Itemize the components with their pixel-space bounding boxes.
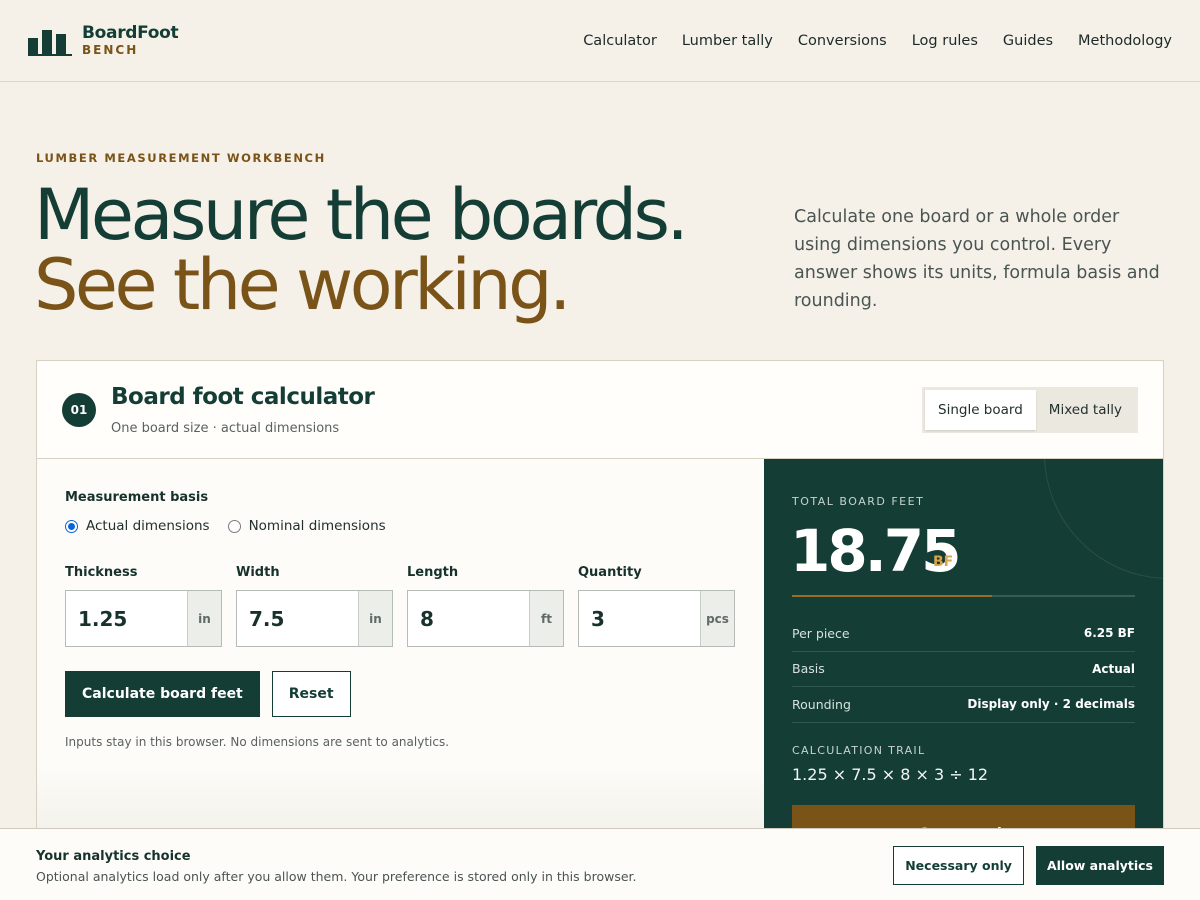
hero-eyebrow: LUMBER MEASUREMENT WORKBENCH [36, 151, 326, 165]
nav-methodology[interactable]: Methodology [1078, 33, 1172, 49]
stat-row: Rounding Display only · 2 decimals [792, 687, 1135, 723]
radio-unchecked-icon[interactable] [227, 519, 241, 533]
result-divider [792, 595, 1135, 597]
stat-value: Display only · 2 decimals [967, 697, 1135, 712]
hero-description: Calculate one board or a whole order usi… [794, 207, 1160, 311]
allow-analytics-button[interactable]: Allow analytics [1035, 846, 1164, 885]
site-header: BoardFoot BENCH Calculator Lumber tally … [0, 0, 1200, 82]
width-input[interactable] [237, 591, 358, 646]
hero-title-line1: Measure the boards. [34, 174, 689, 256]
mode-toggle: Single board Mixed tally [922, 387, 1138, 433]
calculator-form: Measurement basis Actual dimensions Nomi… [37, 459, 764, 839]
calculator-body: Measurement basis Actual dimensions Nomi… [37, 459, 1163, 839]
stat-key: Rounding [792, 696, 851, 712]
calculator-card: 01 Board foot calculator One board size … [36, 360, 1164, 840]
mode-mixed-tally[interactable]: Mixed tally [1036, 390, 1135, 430]
length-input[interactable] [408, 591, 529, 646]
trail-label: CALCULATION TRAIL [792, 744, 926, 757]
calculator-header: 01 Board foot calculator One board size … [37, 361, 1163, 459]
radio-actual-label: Actual dimensions [86, 518, 210, 534]
field-quantity: Quantity pcs [578, 565, 735, 647]
brand-logo[interactable]: BoardFoot BENCH [28, 23, 179, 57]
field-thickness: Thickness in [65, 565, 222, 647]
nav-guides[interactable]: Guides [1003, 33, 1053, 49]
result-label: TOTAL BOARD FEET [792, 495, 925, 508]
length-label: Length [407, 565, 459, 580]
calculate-button[interactable]: Calculate board feet [65, 671, 260, 717]
thickness-unit: in [187, 591, 221, 646]
stat-value: Actual [1092, 661, 1135, 676]
quantity-input[interactable] [579, 591, 700, 646]
analytics-consent-bar: Your analytics choice Optional analytics… [0, 828, 1200, 900]
dimension-fields: Thickness in Width in Length [65, 565, 735, 647]
mode-single-board[interactable]: Single board [925, 390, 1036, 430]
calculation-trail: 1.25 × 7.5 × 8 × 3 ÷ 12 [792, 765, 989, 784]
reset-button[interactable]: Reset [271, 671, 351, 717]
decorative-ring [1044, 459, 1163, 579]
radio-checked-icon[interactable] [65, 519, 78, 533]
thickness-input[interactable] [66, 591, 187, 646]
result-panel: TOTAL BOARD FEET 18.75 BF Per piece 6.25… [764, 459, 1163, 839]
stat-key: Per piece [792, 625, 850, 641]
consent-text: Optional analytics load only after you a… [36, 869, 637, 884]
radio-nominal[interactable]: Nominal dimensions [227, 518, 386, 534]
bar-chart-logo-icon [28, 26, 72, 56]
privacy-note: Inputs stay in this browser. No dimensio… [65, 735, 450, 749]
consent-title: Your analytics choice [36, 849, 191, 864]
radio-actual[interactable]: Actual dimensions [65, 518, 210, 534]
radio-nominal-label: Nominal dimensions [248, 518, 386, 534]
field-width: Width in [236, 565, 393, 647]
result-unit: BF [933, 554, 954, 570]
brand-sub: BENCH [82, 43, 139, 57]
stat-row: Per piece 6.25 BF [792, 616, 1135, 652]
necessary-only-button[interactable]: Necessary only [893, 846, 1024, 885]
form-actions: Calculate board feet Reset [65, 671, 351, 717]
calculator-title: Board foot calculator [111, 384, 375, 410]
hero-title: Measure the boards. See the working. [34, 174, 689, 326]
quantity-unit: pcs [700, 591, 734, 646]
stat-key: Basis [792, 661, 825, 677]
stat-value: 6.25 BF [1083, 626, 1135, 641]
result-value: 18.75 [790, 517, 961, 585]
thickness-label: Thickness [65, 565, 138, 580]
stat-row: Basis Actual [792, 652, 1135, 687]
main-nav: Calculator Lumber tally Conversions Log … [583, 33, 1172, 49]
quantity-label: Quantity [578, 565, 642, 580]
field-length: Length ft [407, 565, 564, 647]
nav-conversions[interactable]: Conversions [798, 33, 887, 49]
nav-lumber-tally[interactable]: Lumber tally [682, 33, 773, 49]
width-unit: in [358, 591, 392, 646]
basis-radio-group: Actual dimensions Nominal dimensions [65, 518, 386, 534]
consent-actions: Necessary only Allow analytics [893, 846, 1164, 885]
brand-name: BoardFoot [82, 23, 179, 43]
hero-title-line2: See the working. [34, 244, 571, 326]
width-label: Width [236, 565, 280, 580]
basis-label: Measurement basis [65, 490, 209, 505]
length-unit: ft [529, 591, 563, 646]
step-badge: 01 [62, 393, 96, 427]
nav-log-rules[interactable]: Log rules [912, 33, 978, 49]
nav-calculator[interactable]: Calculator [583, 33, 657, 49]
calculator-subtitle: One board size · actual dimensions [111, 421, 340, 436]
result-stats: Per piece 6.25 BF Basis Actual Rounding … [792, 616, 1135, 723]
